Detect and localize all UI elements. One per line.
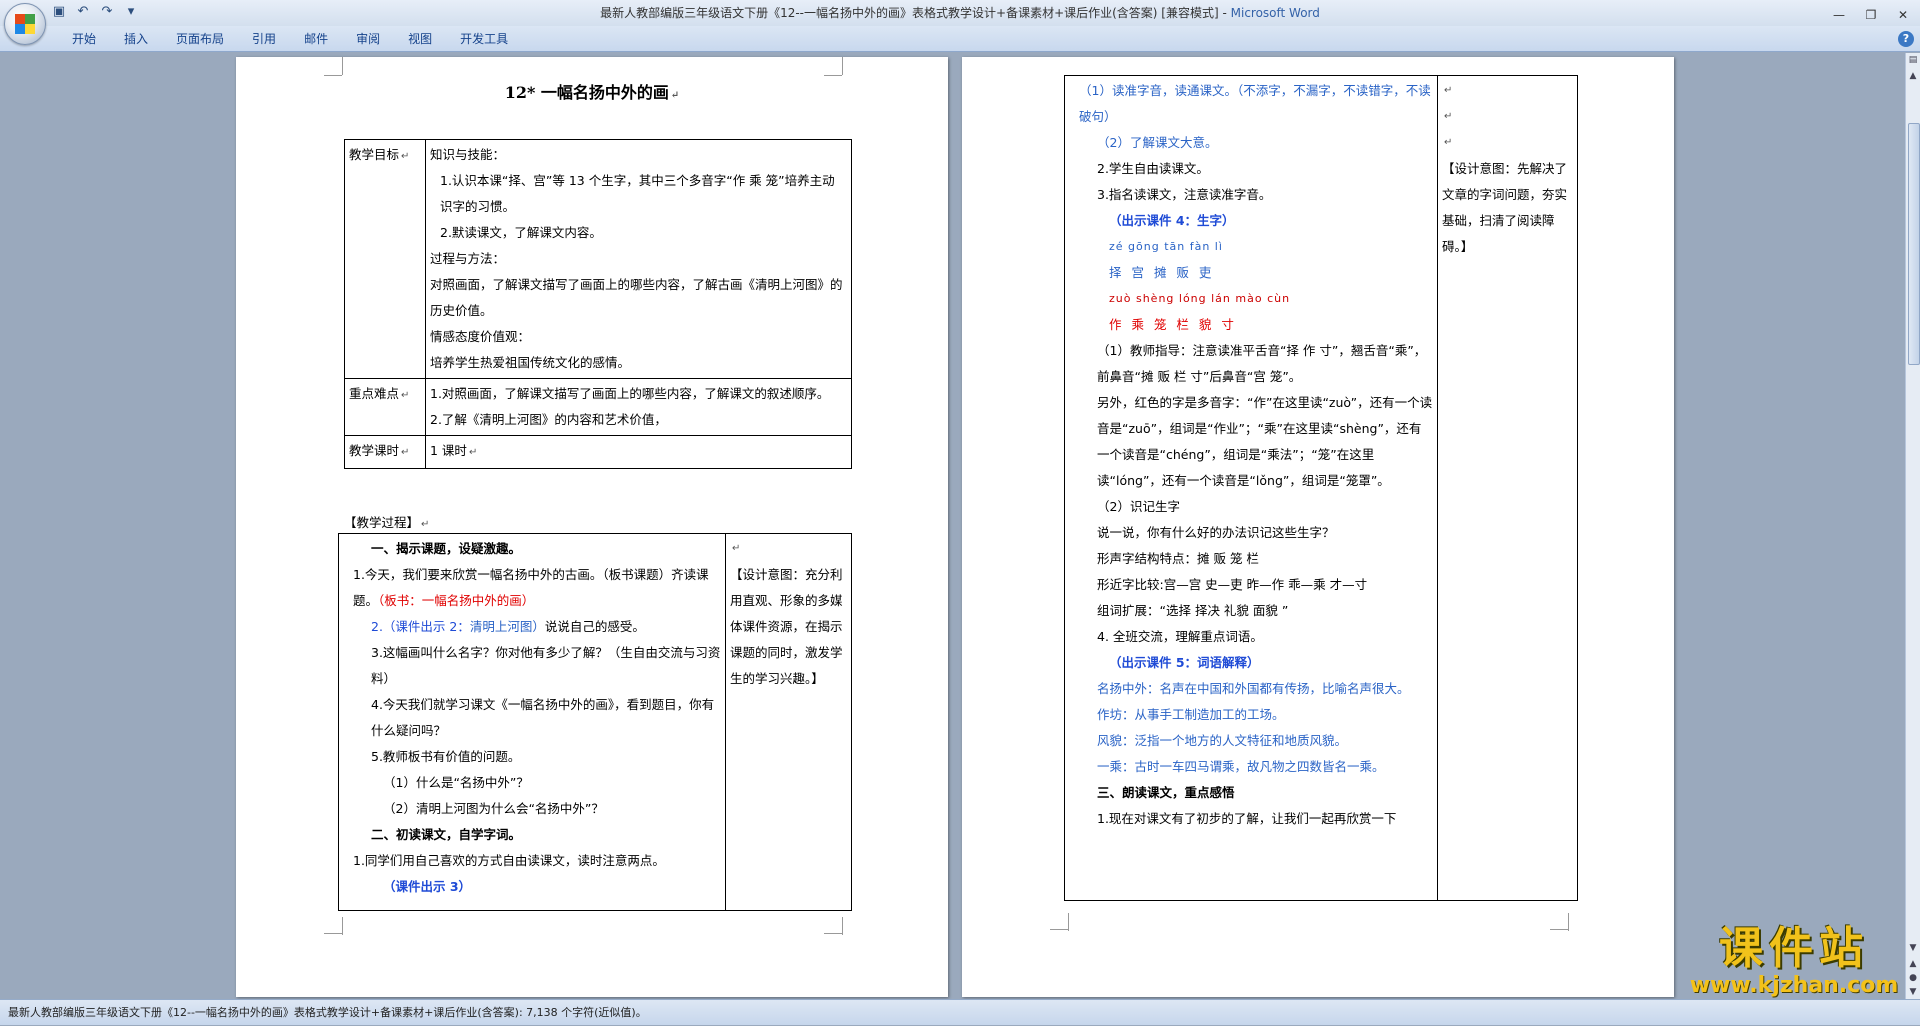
process-steps-cell[interactable]: 一、揭示课题，设疑激趣。 1.今天，我们要来欣赏一幅名扬中外的古画。（板书课题）…	[338, 533, 726, 911]
office-button[interactable]	[4, 3, 46, 45]
document-workspace: 12* 一幅名扬中外的画 ↵ 教学目标 ↵ 知识与技能： 1.认识本课“择、宫”等 …	[0, 53, 1906, 999]
title-bar: ▣ ↶ ↷ ▾ 最新人教部编版三年级语文下册《12--一幅名扬中外的画》表格式教…	[0, 0, 1920, 45]
crop-mark	[842, 57, 861, 75]
tab-page-layout[interactable]: 页面布局	[162, 26, 238, 51]
minimize-icon[interactable]: —	[1828, 2, 1850, 28]
key-label-cell[interactable]: 重点难点 ↵	[344, 378, 426, 436]
hours-cell[interactable]: 1 课时 ↵	[425, 435, 852, 469]
ribbon-tabs: 开始 插入 页面布局 引用 邮件 审阅 视图 开发工具	[0, 26, 1920, 52]
key-cell[interactable]: 1.对照画面，了解课文描写了画面上的哪些内容，了解课文的叙述顺序。 2.了解《清…	[425, 378, 852, 436]
process-heading[interactable]: 【教学过程】 ↵	[344, 512, 429, 531]
tab-home[interactable]: 开始	[58, 26, 110, 51]
crop-mark	[324, 915, 342, 934]
watermark-logo: 课件站 www.kjzhan.com	[1674, 924, 1914, 1002]
page-2: （1）读准字音，读通课文。（不添字，不漏字，不读错字，不读破句） （2）了解课文…	[962, 57, 1674, 997]
ruler-toggle-icon[interactable]: ▤	[1907, 55, 1919, 67]
status-text: 最新人教部编版三年级语文下册《12--一幅名扬中外的画》表格式教学设计+备课素材…	[8, 1006, 647, 1019]
goals-label-cell[interactable]: 教学目标 ↵	[344, 139, 426, 379]
scroll-thumb[interactable]	[1908, 123, 1920, 365]
tab-insert[interactable]: 插入	[110, 26, 162, 51]
objectives-table: 教学目标 ↵ 知识与技能： 1.认识本课“择、宫”等 13 个生字，其中三个多音字…	[344, 139, 852, 469]
close-icon[interactable]: ✕	[1892, 2, 1914, 28]
design-intent-cell[interactable]: ↵ 【设计意图：充分利用直观、形象的多媒体课件资源，在揭示课题的同时，激发学生的…	[725, 533, 852, 911]
hours-label-cell[interactable]: 教学课时 ↵	[344, 435, 426, 469]
help-icon[interactable]: ?	[1898, 31, 1914, 47]
watermark-url: www.kjzhan.com	[1689, 973, 1899, 998]
crop-mark	[1050, 911, 1068, 930]
design-intent-cell-2[interactable]: ↵ ↵ ↵ 【设计意图：先解决了文章的字词问题，夯实基础，扫清了阅读障碍。】	[1437, 75, 1578, 901]
status-bar: 最新人教部编版三年级语文下册《12--一幅名扬中外的画》表格式教学设计+备课素材…	[0, 999, 1920, 1025]
process-table: 一、揭示课题，设疑激趣。 1.今天，我们要来欣赏一幅名扬中外的古画。（板书课题）…	[338, 533, 852, 911]
tab-view[interactable]: 视图	[394, 26, 446, 51]
tab-review[interactable]: 审阅	[342, 26, 394, 51]
crop-mark	[824, 915, 842, 934]
tab-developer[interactable]: 开发工具	[446, 26, 522, 51]
document-title[interactable]: 12* 一幅名扬中外的画 ↵	[236, 79, 948, 103]
window-title: 最新人教部编版三年级语文下册《12--一幅名扬中外的画》表格式教学设计+备课素材…	[600, 6, 1320, 20]
vertical-scrollbar[interactable]: ▤ ▲ ▼ ▲ ● ▼	[1905, 53, 1920, 999]
crop-mark	[324, 57, 343, 75]
crop-mark	[1550, 911, 1568, 930]
maximize-icon[interactable]: ❐	[1860, 2, 1882, 28]
tab-references[interactable]: 引用	[238, 26, 290, 51]
scroll-up-icon[interactable]: ▲	[1907, 71, 1919, 83]
crop-mark	[842, 917, 861, 935]
app-name: Microsoft Word	[1230, 6, 1320, 20]
office-logo-icon	[15, 14, 35, 34]
tab-mailings[interactable]: 邮件	[290, 26, 342, 51]
window-controls: — ❐ ✕	[1828, 2, 1914, 28]
goals-cell[interactable]: 知识与技能： 1.认识本课“择、宫”等 13 个生字，其中三个多音字“作 乘 笼…	[425, 139, 852, 379]
watermark-title: 课件站	[1719, 923, 1869, 974]
page-1: 12* 一幅名扬中外的画 ↵ 教学目标 ↵ 知识与技能： 1.认识本课“择、宫”等 …	[236, 57, 948, 997]
crop-mark	[1568, 913, 1587, 931]
process-steps-cell-2[interactable]: （1）读准字音，读通课文。（不添字，不漏字，不读错字，不读破句） （2）了解课文…	[1064, 75, 1438, 901]
process-table-continued: （1）读准字音，读通课文。（不添字，不漏字，不读错字，不读破句） （2）了解课文…	[1064, 75, 1578, 901]
